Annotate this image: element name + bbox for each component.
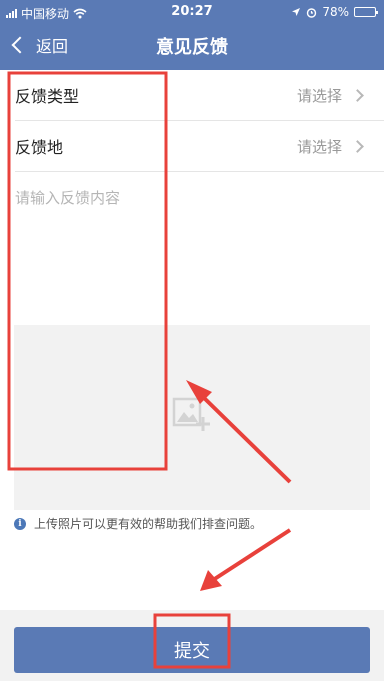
feedback-type-value: 请选择 bbox=[296, 86, 342, 105]
app-header: 中国移动 20:27 78% 返回 意见反馈 bbox=[0, 0, 384, 70]
feedback-form: 反馈类型 请选择 反馈地 请选择 i 上传照片可以更有效的帮助我们排查问题。 bbox=[0, 70, 384, 610]
alarm-icon bbox=[307, 7, 317, 18]
nav-bar: 返回 意见反馈 bbox=[0, 24, 384, 70]
feedback-type-row[interactable]: 反馈类型 请选择 bbox=[0, 70, 384, 120]
feedback-content-input[interactable] bbox=[0, 183, 384, 313]
feedback-type-label: 反馈类型 bbox=[15, 87, 80, 106]
battery-percent: 78% bbox=[322, 5, 349, 19]
feedback-place-row[interactable]: 反馈地 请选择 bbox=[0, 121, 384, 171]
upload-tip-text: 上传照片可以更有效的帮助我们排查问题。 bbox=[34, 517, 263, 531]
status-right: 78% bbox=[291, 5, 378, 19]
feedback-place-label: 反馈地 bbox=[15, 138, 64, 157]
submit-button[interactable]: 提交 bbox=[14, 627, 370, 673]
upload-tip: i 上传照片可以更有效的帮助我们排查问题。 bbox=[14, 515, 262, 532]
info-icon: i bbox=[14, 517, 26, 530]
status-bar: 中国移动 20:27 78% bbox=[0, 0, 384, 24]
chevron-right-icon bbox=[351, 139, 364, 153]
add-image-icon bbox=[172, 397, 210, 431]
location-icon bbox=[292, 8, 301, 16]
feedback-place-value: 请选择 bbox=[296, 137, 342, 156]
chevron-right-icon bbox=[351, 88, 364, 102]
divider bbox=[15, 171, 384, 172]
page-title: 意见反馈 bbox=[156, 37, 228, 58]
battery-icon bbox=[354, 7, 378, 17]
photo-upload-area[interactable] bbox=[14, 325, 370, 510]
